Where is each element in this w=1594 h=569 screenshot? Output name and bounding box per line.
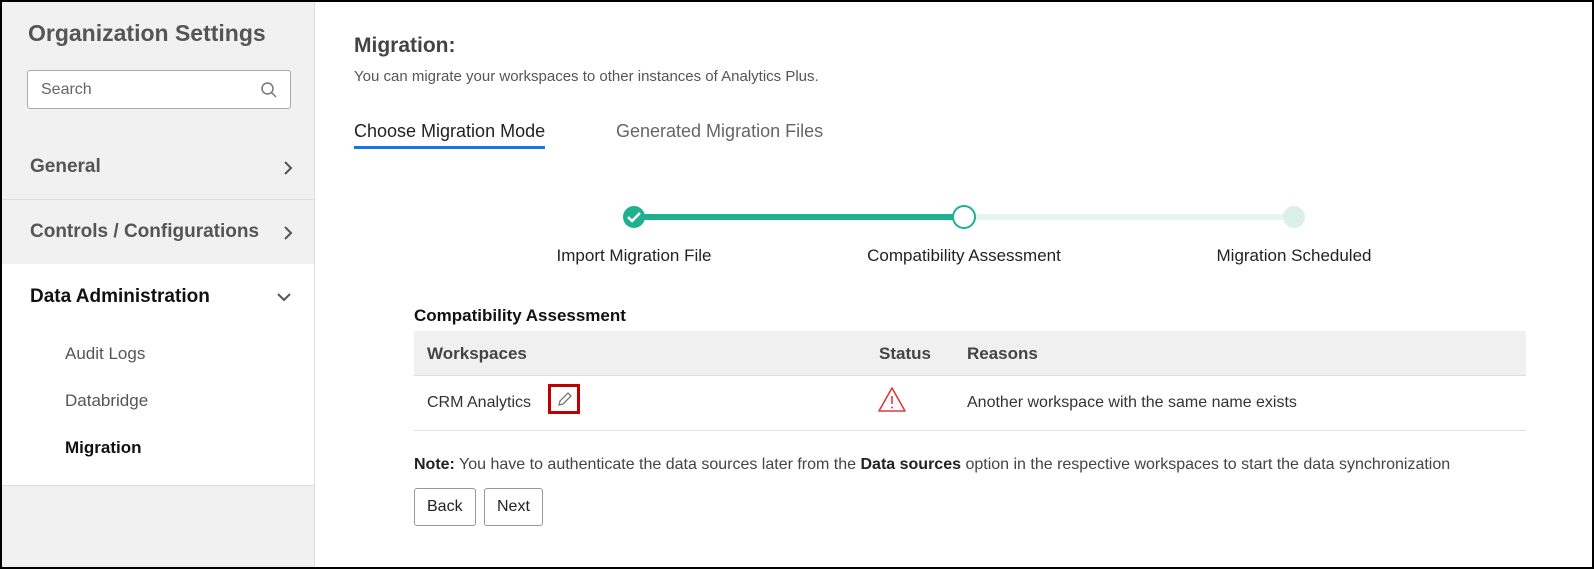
chevron-down-icon[interactable] [276, 292, 292, 302]
sidebar-subitem-migration[interactable]: Migration [65, 438, 142, 458]
sidebar-item-label[interactable]: Data Administration [30, 286, 210, 308]
table-header: Workspaces Status Reasons [414, 331, 1526, 376]
sidebar-title: Organization Settings [28, 20, 266, 46]
search-input[interactable]: Search [27, 70, 291, 109]
sidebar-subitem-audit-logs[interactable]: Audit Logs [65, 344, 145, 364]
step-pending-icon [1283, 206, 1305, 228]
step-label: Compatibility Assessment [867, 246, 1061, 265]
column-header-workspaces: Workspaces [427, 344, 527, 363]
step-done-check-icon [623, 206, 645, 228]
chevron-right-icon [284, 226, 293, 240]
reason-text: Another workspace with the same name exi… [967, 394, 1297, 411]
search-placeholder: Search [41, 81, 92, 98]
page-title: Migration: [354, 34, 456, 57]
workspace-name: CRM Analytics [427, 394, 532, 411]
step-label: Migration Scheduled [1216, 246, 1372, 265]
tab-choose-migration-mode[interactable]: Choose Migration Mode [354, 121, 546, 149]
note-prefix: Note: [414, 456, 455, 473]
pencil-icon [558, 392, 572, 406]
sidebar-item-label: General [30, 156, 101, 177]
section-title: Compatibility Assessment [414, 306, 626, 325]
sidebar-item-data-administration: Data Administration Audit Logs Databridg… [2, 264, 314, 486]
sidebar-item-general[interactable]: General [2, 135, 315, 200]
table-row: CRM Analytics Another workspace with the… [414, 376, 1526, 431]
search-icon [261, 82, 277, 98]
note-body: option in the respective workspaces to s… [961, 456, 1451, 473]
tab-generated-migration-files[interactable]: Generated Migration Files [616, 121, 823, 142]
sidebar-subitem-databridge[interactable]: Databridge [65, 391, 148, 411]
edit-workspace-button[interactable] [548, 384, 580, 414]
warning-icon [878, 387, 906, 412]
step-current-icon [952, 205, 976, 229]
page-description: You can migrate your workspaces to other… [354, 68, 819, 85]
app-window: Organization Settings Search General Con… [2, 2, 1592, 567]
next-button[interactable]: Next [484, 488, 543, 526]
step-label: Import Migration File [556, 246, 712, 265]
note-text: Note: You have to authenticate the data … [414, 456, 1450, 474]
stepper [623, 205, 1305, 229]
sidebar-item-label: Controls / Configurations [30, 221, 260, 242]
chevron-right-icon [284, 161, 293, 175]
column-header-reasons: Reasons [967, 344, 1038, 363]
sidebar-item-controls[interactable]: Controls / Configurations [2, 200, 315, 265]
data-sources-label: Data sources [860, 456, 962, 473]
note-body: You have to authenticate the data source… [454, 456, 861, 473]
sidebar: Organization Settings Search General Con… [2, 2, 315, 567]
column-header-status: Status [879, 344, 931, 363]
back-button[interactable]: Back [414, 488, 476, 526]
